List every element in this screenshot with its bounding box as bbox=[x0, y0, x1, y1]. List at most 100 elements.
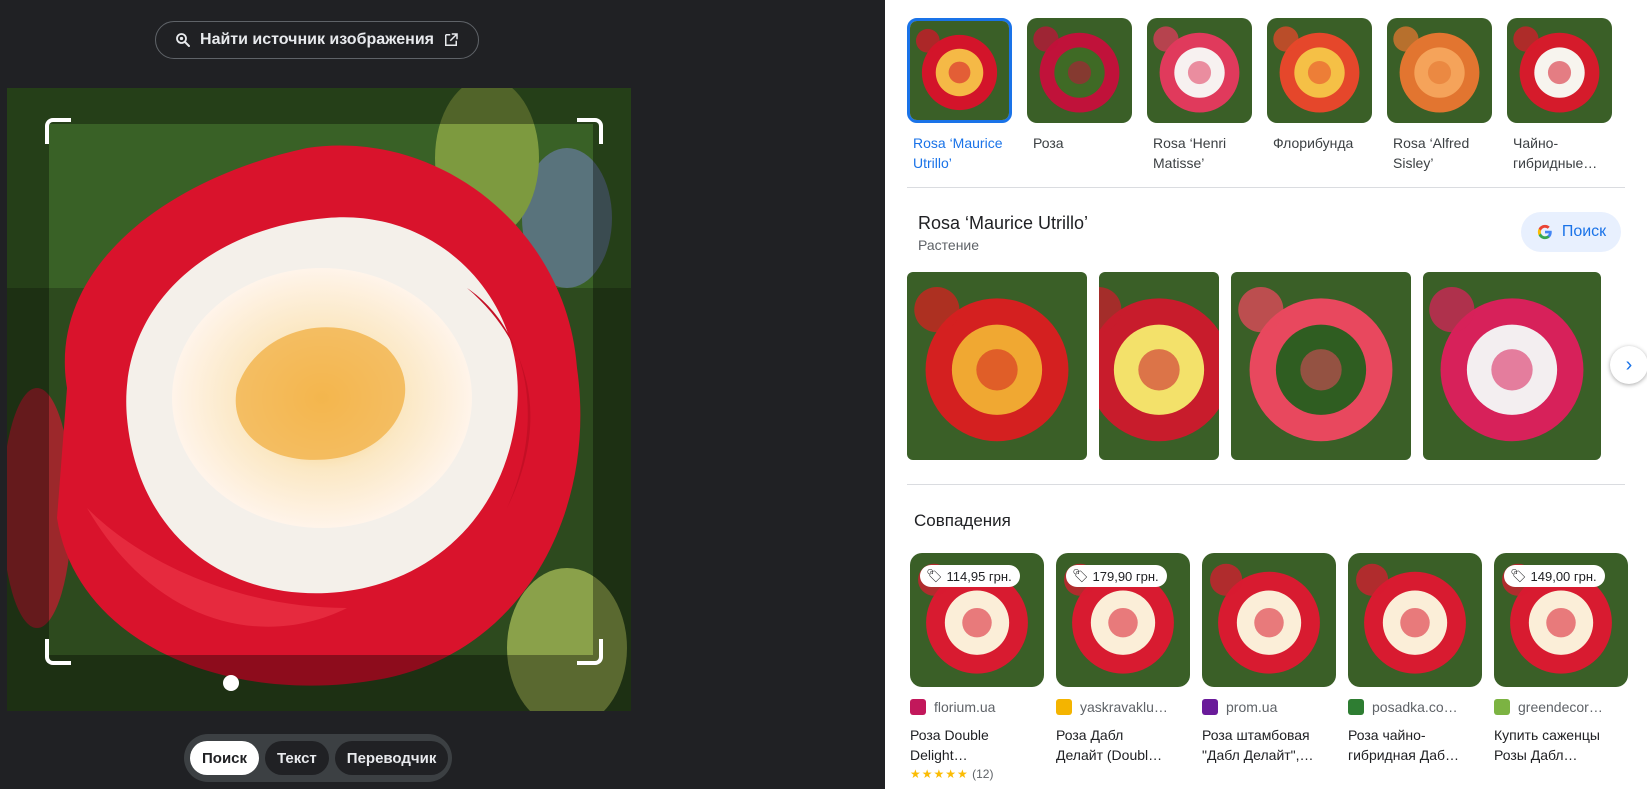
related-thumbnail bbox=[1027, 18, 1132, 123]
divider bbox=[907, 187, 1625, 188]
mode-text-tab[interactable]: Текст bbox=[265, 741, 329, 775]
related-label: Роза bbox=[1033, 135, 1064, 151]
entity-subtitle: Растение bbox=[918, 237, 980, 253]
matches-list: 🏷 114,95 грн. florium.ua Роза Double Delight… bbox=[910, 553, 1628, 781]
find-image-source-button[interactable]: Найти источник изображения bbox=[155, 21, 479, 59]
related-label: Чайно-гибридные… bbox=[1513, 135, 1598, 171]
related-item[interactable]: Роза bbox=[1027, 18, 1132, 173]
left-panel: Найти источник изображения Поиск Текст П… bbox=[0, 0, 885, 789]
rating-count: (12) bbox=[972, 767, 994, 781]
price-badge: 🏷 149,00 грн. bbox=[1504, 565, 1605, 587]
crop-corner-top-right[interactable] bbox=[577, 118, 603, 144]
mode-search-tab[interactable]: Поиск bbox=[190, 741, 260, 775]
site-name: florium.ua bbox=[934, 699, 996, 715]
match-rating: ★★★★★ (12) bbox=[910, 767, 1044, 781]
match-title: Роза штамбовая "Дабл Делайт",… bbox=[1202, 725, 1336, 765]
match-title: Роза чайно-гибридная Даб… bbox=[1348, 725, 1482, 765]
entity-gallery bbox=[907, 272, 1601, 460]
related-thumbnail bbox=[1387, 18, 1492, 123]
divider bbox=[907, 484, 1625, 485]
match-title-line: "Дабл Делайт",… bbox=[1202, 747, 1314, 763]
entity-title: Rosa ‘Maurice Utrillo’ bbox=[918, 213, 1089, 233]
gallery-image[interactable] bbox=[907, 272, 1087, 460]
gallery-image[interactable] bbox=[1423, 272, 1601, 460]
price-badge: 🏷 114,95 грн. bbox=[920, 565, 1020, 587]
find-image-source-label: Найти источник изображения bbox=[200, 31, 434, 48]
related-label: Флорибунда bbox=[1273, 135, 1354, 151]
match-title-line: Делайт (Doubl… bbox=[1056, 747, 1163, 763]
match-card[interactable]: 🏷 179,90 грн. yaskravaklu… Роза Дабл Делайт … bbox=[1056, 553, 1190, 781]
crop-drag-handle[interactable] bbox=[223, 675, 239, 691]
tag-icon: 🏷 bbox=[926, 568, 943, 583]
match-title: Роза Дабл Делайт (Doubl… bbox=[1056, 725, 1190, 765]
match-title-line: Роза штамбовая bbox=[1202, 727, 1310, 743]
related-thumbnail bbox=[1147, 18, 1252, 123]
results-panel: Rosa ‘Maurice Utrillo’ Роза Rosa ‘Henri Ma… bbox=[885, 0, 1647, 789]
match-title-line: Роза Double bbox=[910, 727, 989, 743]
site-favicon-icon bbox=[1348, 699, 1364, 715]
site-favicon-icon bbox=[1494, 699, 1510, 715]
related-item[interactable]: Rosa ‘Alfred Sisley’ bbox=[1387, 18, 1492, 173]
related-label: Rosa ‘Henri Matisse’ bbox=[1153, 135, 1227, 171]
google-g-icon bbox=[1537, 224, 1552, 240]
gallery-image[interactable] bbox=[1099, 272, 1219, 460]
gallery-next-button[interactable]: › bbox=[1610, 346, 1647, 384]
site-name: posadka.co… bbox=[1372, 699, 1458, 715]
mode-switcher: Поиск Текст Переводчик bbox=[184, 734, 452, 782]
match-title-line: Роза чайно- bbox=[1348, 727, 1426, 743]
site-name: yaskravaklu… bbox=[1080, 699, 1168, 715]
related-thumbnail bbox=[1267, 18, 1372, 123]
google-search-label: Поиск bbox=[1561, 223, 1607, 240]
lens-icon bbox=[176, 33, 190, 47]
tag-icon: 🏷 bbox=[1072, 568, 1089, 583]
gallery-image[interactable] bbox=[1231, 272, 1411, 460]
related-item[interactable]: Rosa ‘Henri Matisse’ bbox=[1147, 18, 1252, 173]
match-image: 🏷 114,95 грн. bbox=[910, 553, 1044, 687]
site-name: prom.ua bbox=[1226, 699, 1278, 715]
match-title-line: Роза Дабл bbox=[1056, 727, 1124, 743]
site-favicon-icon bbox=[1056, 699, 1072, 715]
related-thumbnail bbox=[1507, 18, 1612, 123]
rating-stars: ★★★★★ bbox=[910, 767, 969, 781]
match-site: greendecor… bbox=[1494, 699, 1628, 715]
match-title-line: Розы Дабл… bbox=[1494, 747, 1578, 763]
match-title-line: Купить саженцы bbox=[1494, 727, 1600, 743]
match-site: posadka.co… bbox=[1348, 699, 1482, 715]
related-label: Rosa ‘Maurice Utrillo’ bbox=[913, 135, 1003, 171]
match-title-line: Delight… bbox=[910, 747, 968, 763]
related-item[interactable]: Чайно-гибридные… bbox=[1507, 18, 1612, 173]
price-badge: 🏷 179,90 грн. bbox=[1066, 565, 1167, 587]
crop-corner-bottom-right[interactable] bbox=[577, 639, 603, 665]
related-label: Rosa ‘Alfred Sisley’ bbox=[1393, 135, 1470, 171]
tag-icon: 🏷 bbox=[1510, 568, 1527, 583]
related-item[interactable]: Rosa ‘Maurice Utrillo’ bbox=[907, 18, 1012, 173]
match-image: 🏷 179,90 грн. bbox=[1056, 553, 1190, 687]
chevron-right-icon: › bbox=[1625, 353, 1633, 376]
related-item[interactable]: Флорибунда bbox=[1267, 18, 1372, 173]
match-image: 🏷 149,00 грн. bbox=[1494, 553, 1628, 687]
matches-title: Совпадения bbox=[914, 511, 1011, 530]
crop-corner-bottom-left[interactable] bbox=[45, 639, 71, 665]
match-site: florium.ua bbox=[910, 699, 1044, 715]
match-title-line: гибридная Даб… bbox=[1348, 747, 1459, 763]
price-text: 149,00 грн. bbox=[1530, 568, 1597, 584]
mode-translate-tab[interactable]: Переводчик bbox=[334, 741, 449, 775]
match-site: yaskravaklu… bbox=[1056, 699, 1190, 715]
query-image bbox=[7, 88, 631, 711]
google-search-button[interactable]: Поиск bbox=[1521, 212, 1621, 252]
match-site: prom.ua bbox=[1202, 699, 1336, 715]
match-card[interactable]: 🏷 149,00 грн. greendecor… Купить саженцы Роз… bbox=[1494, 553, 1628, 781]
price-text: 179,90 грн. bbox=[1092, 568, 1159, 584]
open-in-new-icon bbox=[444, 33, 458, 46]
match-card[interactable]: posadka.co… Роза чайно-гибридная Даб… bbox=[1348, 553, 1482, 781]
site-favicon-icon bbox=[910, 699, 926, 715]
price-text: 114,95 грн. bbox=[946, 568, 1012, 584]
match-card[interactable]: prom.ua Роза штамбовая "Дабл Делайт",… bbox=[1202, 553, 1336, 781]
site-name: greendecor… bbox=[1518, 699, 1603, 715]
site-favicon-icon bbox=[1202, 699, 1218, 715]
crop-corner-top-left[interactable] bbox=[45, 118, 71, 144]
match-image bbox=[1348, 553, 1482, 687]
match-image bbox=[1202, 553, 1336, 687]
related-searches: Rosa ‘Maurice Utrillo’ Роза Rosa ‘Henri Ma… bbox=[907, 18, 1612, 173]
match-card[interactable]: 🏷 114,95 грн. florium.ua Роза Double Delight… bbox=[910, 553, 1044, 781]
